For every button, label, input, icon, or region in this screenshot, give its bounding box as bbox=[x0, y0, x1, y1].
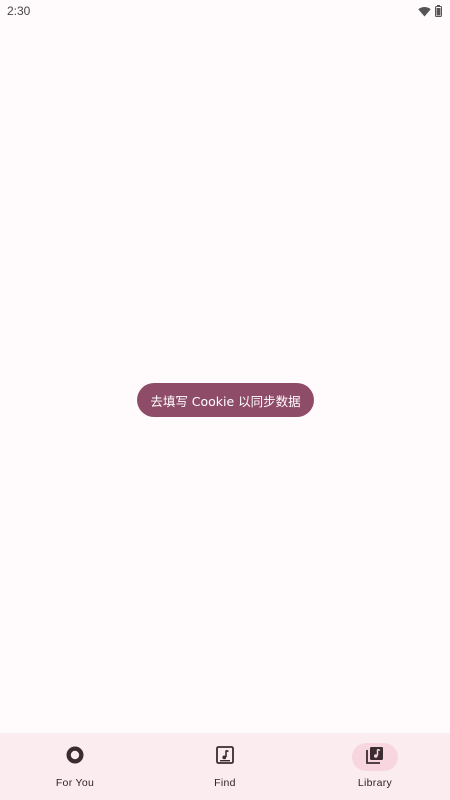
status-time: 2:30 bbox=[7, 4, 31, 18]
nav-item-library[interactable]: Library bbox=[300, 733, 450, 800]
fill-cookie-label: 去填写 Cookie 以同步数据 bbox=[150, 393, 301, 409]
wifi-icon bbox=[418, 6, 431, 17]
library-music-icon bbox=[366, 746, 384, 768]
status-icons bbox=[418, 5, 442, 17]
bottom-navigation: For You Find Library bbox=[0, 733, 450, 800]
for-you-icon bbox=[66, 746, 84, 768]
fill-cookie-button[interactable]: 去填写 Cookie 以同步数据 bbox=[137, 383, 314, 417]
status-bar: 2:30 bbox=[0, 0, 450, 22]
nav-label-find: Find bbox=[214, 777, 236, 789]
find-icon-container bbox=[202, 743, 248, 771]
nav-item-for-you[interactable]: For You bbox=[0, 733, 150, 800]
for-you-icon-container bbox=[52, 743, 98, 771]
nav-label-for-you: For You bbox=[55, 777, 95, 789]
library-icon-container bbox=[352, 743, 398, 771]
app-screen: 2:30 去填写 Cookie 以同步数据 For You Find Libra… bbox=[0, 0, 450, 800]
nav-label-library: Library bbox=[357, 777, 393, 789]
nav-item-find[interactable]: Find bbox=[150, 733, 300, 800]
battery-icon bbox=[435, 5, 442, 17]
music-note-icon bbox=[216, 746, 234, 768]
